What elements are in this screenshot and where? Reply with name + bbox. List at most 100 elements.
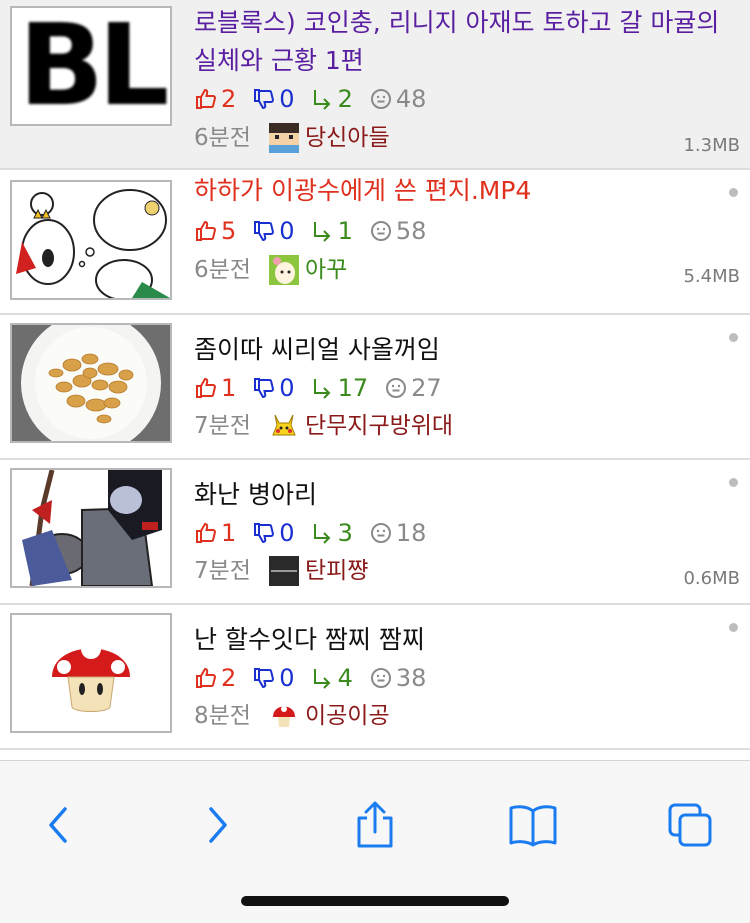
share-button[interactable] bbox=[345, 795, 405, 855]
reply-icon bbox=[313, 379, 330, 399]
author-name[interactable]: 아꾸 bbox=[305, 255, 347, 285]
post-stats: 1 0 3 18 bbox=[194, 518, 442, 548]
post-title[interactable]: 화난 병아리 bbox=[194, 476, 714, 514]
smile-icon bbox=[370, 89, 391, 109]
bookmarks-button[interactable] bbox=[503, 795, 563, 855]
upvote-count: 5 bbox=[194, 216, 236, 246]
unread-dot bbox=[729, 188, 738, 197]
smile-icon bbox=[386, 378, 407, 398]
post-meta: 6분전 당신아들 bbox=[194, 123, 390, 153]
post-title[interactable]: 하하가 이광수에게 쓴 편지.MP4 bbox=[194, 172, 714, 210]
smile-icon bbox=[370, 668, 391, 688]
downvote-count: 0 bbox=[252, 518, 295, 548]
post-thumbnail[interactable] bbox=[10, 180, 172, 300]
list-item[interactable]: 난 할수잇다 짬찌 짬찌 2 0 4 38 8분전 이공이공 bbox=[0, 605, 750, 750]
tabs-icon bbox=[668, 803, 712, 847]
post-thumbnail[interactable]: BL bbox=[10, 6, 172, 126]
post-time: 7분전 bbox=[194, 413, 251, 439]
list-item[interactable]: 화난 병아리 1 0 3 18 7분전 탄피쨩 0.6MB bbox=[0, 460, 750, 605]
smile-icon bbox=[370, 523, 391, 543]
thumbs-down-icon bbox=[254, 668, 275, 689]
reply-count: 1 bbox=[311, 216, 353, 246]
post-stats: 2 0 4 38 bbox=[194, 663, 442, 693]
back-button[interactable] bbox=[28, 795, 88, 855]
home-indicator[interactable] bbox=[241, 896, 509, 906]
post-thumbnail[interactable] bbox=[10, 613, 172, 733]
file-size: 5.4MB bbox=[683, 266, 740, 287]
post-title[interactable]: 좀이따 씨리얼 사올꺼임 bbox=[194, 331, 714, 369]
reply-icon bbox=[313, 669, 330, 689]
upvote-count: 1 bbox=[194, 373, 236, 403]
avatar bbox=[268, 123, 299, 153]
reply-count: 3 bbox=[311, 518, 353, 548]
post-stats: 1 0 17 27 bbox=[194, 373, 458, 403]
view-count: 27 bbox=[384, 373, 442, 403]
back-icon bbox=[49, 807, 67, 843]
author-name[interactable]: 탄피쨩 bbox=[305, 556, 368, 586]
reply-count: 4 bbox=[311, 663, 353, 693]
thumbs-down-icon bbox=[254, 523, 275, 544]
post-meta: 6분전 아꾸 bbox=[194, 255, 347, 285]
share-icon bbox=[357, 801, 393, 848]
avatar bbox=[268, 701, 299, 731]
view-count: 58 bbox=[369, 216, 426, 246]
reply-icon bbox=[313, 90, 330, 110]
thumbs-down-icon bbox=[254, 89, 275, 110]
thumbs-up-icon bbox=[196, 220, 216, 241]
list-item[interactable]: 좀이따 씨리얼 사올꺼임 1 0 17 27 7분전 단무지구방위대 bbox=[0, 315, 750, 460]
thumbs-up-icon bbox=[196, 522, 216, 543]
view-count: 18 bbox=[369, 518, 426, 548]
view-count: 48 bbox=[369, 84, 426, 114]
avatar bbox=[268, 411, 299, 441]
post-title[interactable]: 난 할수잇다 짬찌 짬찌 bbox=[194, 621, 714, 659]
bookmarks-icon bbox=[509, 805, 557, 847]
thumbs-up-icon bbox=[196, 377, 216, 398]
upvote-count: 2 bbox=[194, 84, 236, 114]
reply-count: 17 bbox=[311, 373, 368, 403]
reply-icon bbox=[313, 222, 330, 242]
post-meta: 7분전 탄피쨩 bbox=[194, 556, 368, 586]
post-stats: 2 0 2 48 bbox=[194, 84, 442, 114]
post-title[interactable]: 로블록스) 코인충, 리니지 아재도 토하고 갈 마귤의 실체와 근황 1편 bbox=[194, 4, 734, 80]
tabs-button[interactable] bbox=[660, 795, 720, 855]
file-size: 1.3MB bbox=[683, 135, 740, 156]
post-thumbnail[interactable] bbox=[10, 468, 172, 588]
upvote-count: 1 bbox=[194, 518, 236, 548]
post-thumbnail[interactable] bbox=[10, 323, 172, 443]
unread-dot bbox=[729, 623, 738, 632]
post-time: 6분전 bbox=[194, 257, 251, 283]
forward-icon bbox=[209, 807, 227, 843]
smile-icon bbox=[370, 221, 391, 241]
post-meta: 7분전 단무지구방위대 bbox=[194, 411, 453, 441]
upvote-count: 2 bbox=[194, 663, 236, 693]
unread-dot bbox=[729, 333, 738, 342]
reply-count: 2 bbox=[311, 84, 353, 114]
downvote-count: 0 bbox=[252, 663, 295, 693]
author-name[interactable]: 단무지구방위대 bbox=[305, 411, 453, 441]
thumbs-up-icon bbox=[196, 667, 216, 688]
downvote-count: 0 bbox=[252, 216, 295, 246]
downvote-count: 0 bbox=[252, 84, 295, 114]
unread-dot bbox=[729, 478, 738, 487]
post-time: 8분전 bbox=[194, 703, 251, 729]
thumbnail-text: BL bbox=[18, 6, 170, 126]
view-count: 38 bbox=[369, 663, 426, 693]
post-stats: 5 0 1 58 bbox=[194, 216, 442, 246]
post-meta: 8분전 이공이공 bbox=[194, 701, 390, 731]
reply-icon bbox=[313, 524, 330, 544]
list-item[interactable]: BL 로블록스) 코인충, 리니지 아재도 토하고 갈 마귤의 실체와 근황 1… bbox=[0, 0, 750, 170]
author-name[interactable]: 당신아들 bbox=[305, 123, 390, 153]
avatar bbox=[268, 556, 299, 586]
thumbs-up-icon bbox=[196, 88, 216, 109]
post-list: BL 로블록스) 코인충, 리니지 아재도 토하고 갈 마귤의 실체와 근황 1… bbox=[0, 0, 750, 750]
author-name[interactable]: 이공이공 bbox=[305, 701, 390, 731]
post-time: 7분전 bbox=[194, 558, 251, 584]
thumbs-down-icon bbox=[254, 221, 275, 242]
downvote-count: 0 bbox=[252, 373, 295, 403]
file-size: 0.6MB bbox=[683, 568, 740, 589]
thumbs-down-icon bbox=[254, 378, 275, 399]
avatar bbox=[268, 255, 299, 285]
list-item[interactable]: 하하가 이광수에게 쓴 편지.MP4 5 0 1 58 6분전 아꾸 5.4MB bbox=[0, 170, 750, 315]
post-time: 6분전 bbox=[194, 125, 251, 151]
forward-button[interactable] bbox=[188, 795, 248, 855]
